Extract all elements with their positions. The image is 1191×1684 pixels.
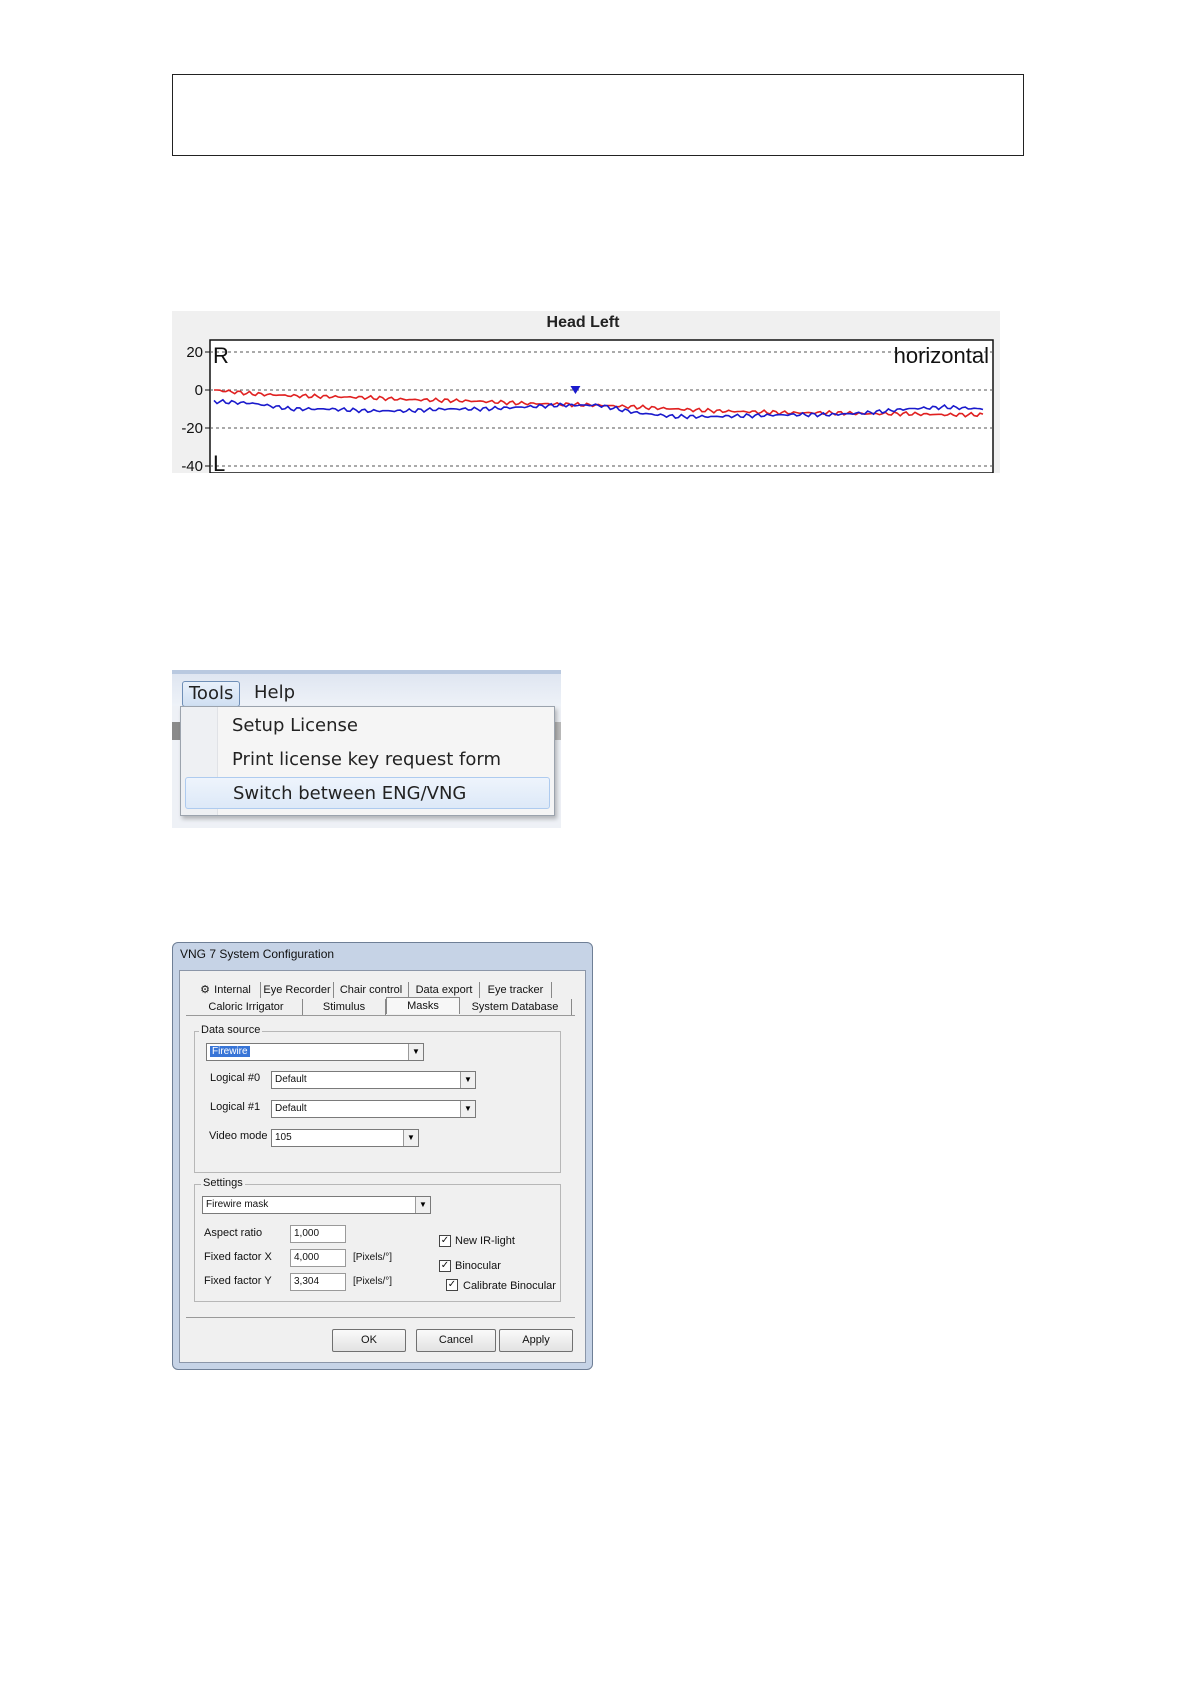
chevron-down-icon[interactable]: ▼	[403, 1130, 418, 1146]
settings-label: Settings	[201, 1177, 245, 1189]
ok-button[interactable]: OK	[332, 1329, 406, 1352]
menu-tools[interactable]: Tools	[182, 681, 241, 707]
background-fragment	[172, 722, 180, 740]
logical1-value: Default	[275, 1103, 307, 1114]
fixed-factor-y-unit: [Pixels/°]	[353, 1276, 393, 1287]
tab-stimulus[interactable]: Stimulus	[303, 999, 386, 1015]
tab-divider	[186, 1015, 575, 1016]
logical0-label: Logical #0	[210, 1072, 261, 1084]
tools-menu-screenshot: Tools Help Setup License Print license k…	[172, 670, 561, 828]
chevron-down-icon[interactable]: ▼	[460, 1072, 475, 1088]
logical1-select[interactable]: Default ▼	[271, 1100, 476, 1118]
binocular-checkbox[interactable]: ✓	[439, 1260, 451, 1272]
button-divider	[186, 1317, 575, 1318]
cancel-button[interactable]: Cancel	[416, 1329, 496, 1352]
video-mode-value: 105	[275, 1132, 292, 1143]
fixed-factor-x-label: Fixed factor X	[204, 1251, 272, 1263]
tab-eye-tracker[interactable]: Eye tracker	[480, 982, 552, 998]
data-source-value: Firewire	[210, 1046, 250, 1057]
menu-bar: Tools Help	[172, 670, 561, 707]
menu-item-setup-license[interactable]: Setup License	[181, 710, 554, 742]
fixed-factor-y-field[interactable]: 3,304	[290, 1273, 346, 1291]
menu-help[interactable]: Help	[248, 681, 301, 705]
tab-eye-recorder[interactable]: Eye Recorder	[261, 982, 334, 998]
calibrate-binocular-checkbox[interactable]: ✓	[446, 1279, 458, 1291]
label-left: L	[213, 451, 225, 473]
wrench-icon: ⚙	[200, 984, 211, 996]
logical0-select[interactable]: Default ▼	[271, 1071, 476, 1089]
tab-internal[interactable]: ⚙ Internal	[190, 982, 261, 998]
tab-system-database[interactable]: System Database	[459, 999, 572, 1015]
chevron-down-icon[interactable]: ▼	[408, 1044, 423, 1060]
empty-frame	[172, 74, 1024, 156]
video-mode-select[interactable]: 105 ▼	[271, 1129, 419, 1147]
menu-item-switch-eng-vng[interactable]: Switch between ENG/VNG	[185, 777, 550, 809]
dialog-client-area: ⚙ Internal Eye Recorder Chair control Da…	[179, 970, 586, 1363]
video-mode-label: Video mode	[209, 1130, 268, 1142]
system-configuration-dialog: VNG 7 System Configuration ⚙ Internal Ey…	[172, 942, 593, 1370]
tab-label: Internal	[214, 984, 251, 996]
tab-data-export[interactable]: Data export	[409, 982, 480, 998]
y-tick-label: -20	[181, 420, 203, 437]
new-ir-light-label: New IR-light	[455, 1235, 515, 1247]
chevron-down-icon[interactable]: ▼	[460, 1101, 475, 1117]
binocular-label: Binocular	[455, 1260, 501, 1272]
aspect-ratio-label: Aspect ratio	[204, 1227, 263, 1239]
fixed-factor-x-field[interactable]: 4,000	[290, 1249, 346, 1267]
fixed-factor-y-label: Fixed factor Y	[204, 1275, 272, 1287]
tab-chair-control[interactable]: Chair control	[334, 982, 409, 998]
tools-dropdown: Setup License Print license key request …	[180, 706, 555, 816]
chart-svg: Head Left 20 0 -20 -40 R L horizontal	[181, 314, 994, 473]
fixed-factor-x-unit: [Pixels/°]	[353, 1252, 393, 1263]
aspect-ratio-field[interactable]: 1,000	[290, 1225, 346, 1243]
new-ir-light-checkbox[interactable]: ✓	[439, 1235, 451, 1247]
menu-item-label: Print license key request form	[232, 749, 502, 770]
menu-item-label: Setup License	[232, 715, 358, 736]
y-tick-label: 20	[186, 344, 203, 361]
apply-button[interactable]: Apply	[499, 1329, 573, 1352]
data-source-label: Data source	[199, 1024, 263, 1036]
dialog-title: VNG 7 System Configuration	[180, 947, 335, 961]
label-right: R	[213, 343, 229, 368]
chevron-down-icon[interactable]: ▼	[415, 1197, 430, 1213]
eye-movement-chart: Head Left 20 0 -20 -40 R L horizontal	[172, 311, 1000, 473]
menu-item-print-license-key[interactable]: Print license key request form	[181, 744, 554, 776]
mask-select[interactable]: Firewire mask ▼	[202, 1196, 431, 1214]
data-source-select[interactable]: Firewire ▼	[206, 1043, 424, 1061]
tab-masks[interactable]: Masks	[386, 997, 460, 1014]
tab-caloric-irrigator[interactable]: Caloric Irrigator	[190, 999, 303, 1015]
menu-item-label: Switch between ENG/VNG	[233, 783, 467, 804]
y-tick-label: -40	[181, 458, 203, 473]
y-tick-label: 0	[195, 382, 203, 399]
calibrate-binocular-label: Calibrate Binocular	[463, 1280, 556, 1292]
logical1-label: Logical #1	[210, 1101, 261, 1113]
logical0-value: Default	[275, 1074, 307, 1085]
label-horizontal: horizontal	[894, 343, 989, 368]
mask-value: Firewire mask	[206, 1199, 269, 1210]
chart-title: Head Left	[547, 314, 621, 331]
